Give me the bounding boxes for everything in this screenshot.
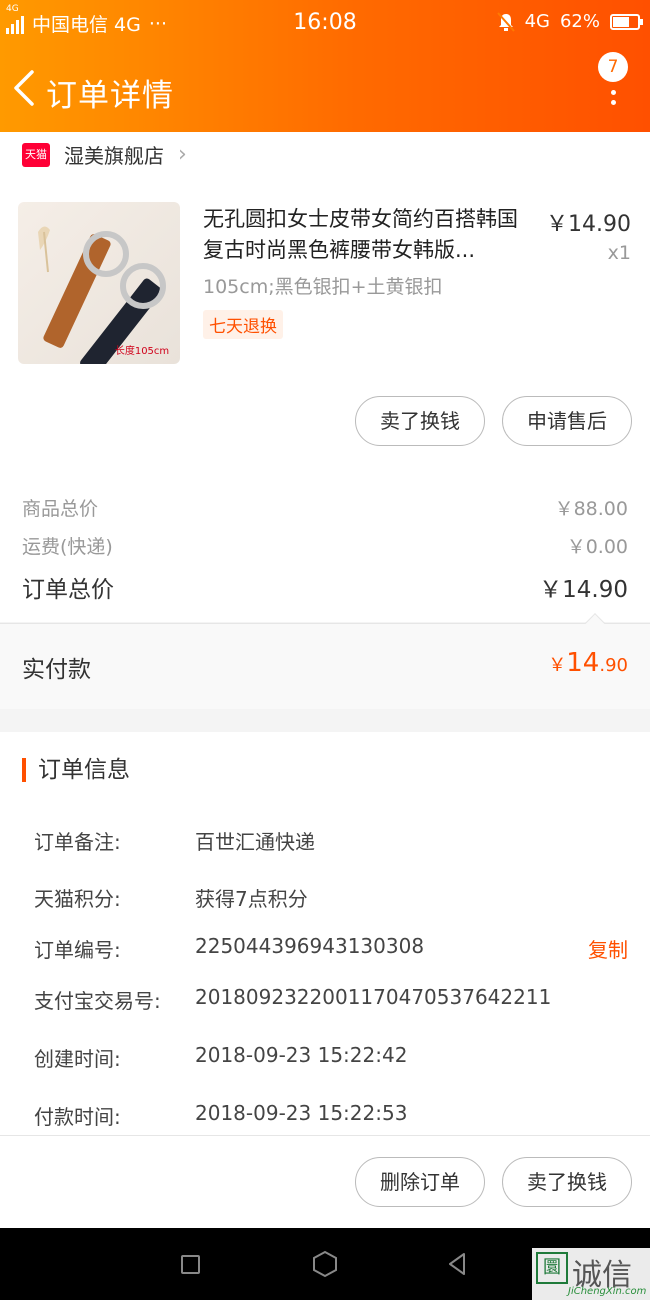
watermark-url: JiChengXin.com [568, 1286, 647, 1297]
info-key: 订单备注: [34, 830, 121, 854]
recent-apps-icon[interactable] [181, 1255, 200, 1274]
product-quantity: x1 [607, 242, 631, 264]
more-dot-icon [611, 100, 616, 105]
image-length-label: 长度105cm [115, 344, 169, 357]
store-card: 天猫 湿美旗舰店 › 长度105cm 无孔圆扣女士皮带女简约百搭韩国复古时尚黑色… [0, 132, 650, 622]
store-link[interactable]: 天猫 湿美旗舰店 › [22, 140, 187, 169]
paid-label: 实付款 [22, 657, 91, 683]
order-info-title: 订单信息 [22, 758, 130, 782]
mute-bell-icon [496, 11, 515, 32]
info-key: 付款时间: [34, 1105, 121, 1129]
goods-total-value: ￥88.00 [554, 498, 628, 520]
tmall-icon: 天猫 [22, 142, 50, 167]
battery-percent: 62% [559, 11, 600, 32]
shipping-row: 运费(快递) ￥0.00 [22, 532, 628, 559]
watermark-logo-icon: 圜 [536, 1252, 568, 1284]
status-right: 4G 62% [496, 11, 643, 32]
after-sale-button[interactable]: 申请售后 [502, 396, 632, 446]
back-nav-icon[interactable] [446, 1252, 468, 1276]
nav-bar: 订单详情 7 [0, 46, 650, 132]
delete-order-button[interactable]: 删除订单 [355, 1157, 485, 1207]
paid-amount-dec: .90 [599, 655, 628, 676]
info-value: 2018-09-23 15:22:42 [195, 1043, 408, 1067]
status-bar: 4G 中国电信 4G ··· 16:08 4G 62% [0, 0, 650, 46]
notification-badge: 7 [598, 52, 628, 82]
info-value: 2018-09-23 15:22:53 [195, 1101, 408, 1125]
order-total-value: ￥14.90 [539, 577, 628, 603]
store-name: 湿美旗舰店 [64, 144, 164, 168]
info-key: 创建时间: [34, 1047, 121, 1071]
chevron-right-icon: › [178, 142, 187, 167]
home-icon[interactable] [312, 1250, 338, 1278]
info-value: 获得7点积分 [195, 887, 308, 911]
info-value[interactable]: 225044396943130308 [195, 934, 424, 958]
order-info-card: 订单信息 订单备注: 百世汇通快递 天猫积分: 获得7点积分 订单编号: 225… [0, 732, 650, 1135]
paid-amount-row: 实付款 ￥14.90 [0, 623, 650, 709]
watermark: 圜 诚信 JiChengXin.com [532, 1248, 650, 1300]
paid-amount-int: 14 [566, 648, 600, 678]
app-header: 4G 中国电信 4G ··· 16:08 4G 62% 订单详情 7 [0, 0, 650, 132]
paid-currency: ￥ [548, 655, 567, 676]
sell-item-button[interactable]: 卖了换钱 [355, 396, 485, 446]
paid-amount: ￥14.90 [548, 648, 628, 678]
info-value: 百世汇通快递 [195, 830, 315, 854]
return-policy-badge: 七天退换 [203, 310, 283, 339]
copy-button[interactable]: 复制 [588, 934, 628, 963]
more-dot-icon [611, 90, 616, 95]
product-image[interactable]: 长度105cm [18, 202, 180, 364]
bottom-action-bar: 删除订单 卖了换钱 [0, 1135, 650, 1228]
info-value: 2018092322001170470537642211 [195, 985, 552, 1009]
product-price: ￥14.90 [546, 212, 631, 237]
order-total-row: 订单总价 ￥14.90 [22, 570, 628, 604]
more-menu-button[interactable]: 7 [596, 52, 636, 112]
belt-image-icon: 长度105cm [38, 226, 169, 364]
product-title[interactable]: 无孔圆扣女士皮带女简约百搭韩国复古时尚黑色裤腰带女韩版... [203, 204, 533, 266]
sell-order-button[interactable]: 卖了换钱 [502, 1157, 632, 1207]
shipping-label: 运费(快递) [22, 536, 113, 558]
page-title: 订单详情 [46, 78, 174, 114]
network-label: 4G [524, 11, 550, 32]
info-key: 支付宝交易号: [34, 989, 161, 1013]
product-sku: 105cm;黑色银扣+土黄银扣 [203, 276, 443, 298]
goods-total-row: 商品总价 ￥88.00 [22, 494, 628, 521]
battery-icon [610, 13, 643, 30]
shipping-value: ￥0.00 [566, 536, 628, 558]
back-arrow-icon[interactable] [10, 68, 44, 108]
goods-total-label: 商品总价 [22, 498, 99, 520]
info-key: 订单编号: [34, 938, 121, 962]
order-total-label: 订单总价 [22, 577, 114, 603]
info-key: 天猫积分: [34, 887, 121, 911]
